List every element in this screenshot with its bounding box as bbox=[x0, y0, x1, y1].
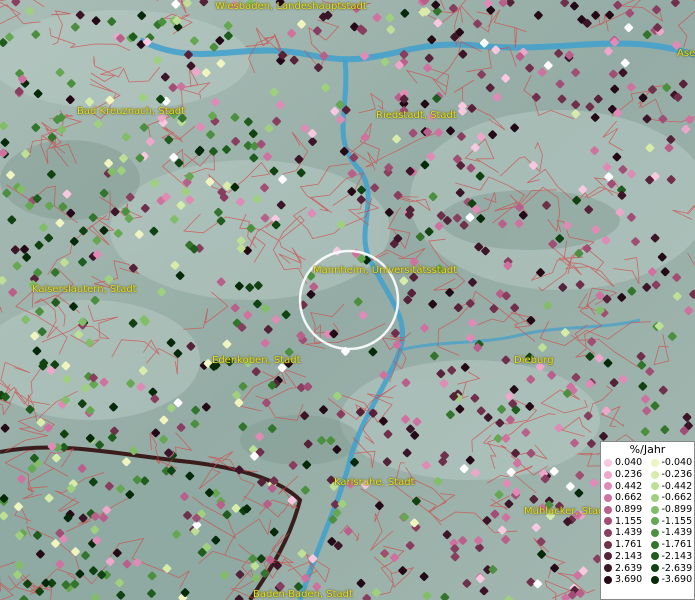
legend-value: 0.442 bbox=[615, 480, 643, 492]
legend-swatch bbox=[604, 552, 612, 561]
label-kaiserslautern: Kaiserslautern, Stadt bbox=[32, 284, 137, 295]
legend-value: -1.439 bbox=[661, 527, 693, 539]
legend-entry: 3.690 bbox=[601, 574, 648, 585]
label-karlsruhe: Karlsruhe, Stadt bbox=[334, 477, 415, 488]
legend-entry: -2.639 bbox=[648, 563, 695, 574]
legend-entry: 0.899 bbox=[601, 504, 648, 515]
legend-row: 1.155 -1.155 bbox=[601, 515, 694, 527]
legend-entry: -0.040 bbox=[648, 457, 695, 468]
legend-entry: -3.690 bbox=[648, 574, 695, 585]
legend-swatch bbox=[604, 564, 612, 573]
legend-entry: -2.143 bbox=[648, 551, 695, 562]
legend-value: 1.761 bbox=[615, 539, 643, 551]
legend-swatch bbox=[650, 564, 659, 573]
label-muehlacker: Mühlacker, Stad bbox=[524, 506, 605, 517]
legend-value: 2.639 bbox=[615, 562, 643, 574]
legend-entry: -1.761 bbox=[648, 539, 695, 550]
legend-swatch bbox=[650, 552, 659, 561]
legend-swatch bbox=[604, 505, 612, 514]
legend-row: 0.040 -0.040 bbox=[601, 457, 694, 469]
legend-row: 0.662 -0.662 bbox=[601, 492, 694, 504]
legend-value: -0.662 bbox=[661, 492, 693, 504]
legend-entry: 1.761 bbox=[601, 539, 648, 550]
label-mannheim: Mannheim, Universitätsstadt bbox=[313, 265, 458, 276]
legend-entry: 1.155 bbox=[601, 516, 648, 527]
legend-swatch bbox=[650, 505, 659, 514]
legend-swatch bbox=[604, 493, 612, 502]
legend-entry: -0.899 bbox=[648, 504, 695, 515]
legend-value: -3.690 bbox=[661, 574, 693, 586]
label-dieburg: Dieburg bbox=[514, 355, 554, 366]
legend-swatch bbox=[604, 482, 612, 491]
legend-entry: 0.236 bbox=[601, 469, 648, 480]
legend-swatch bbox=[604, 458, 612, 467]
legend-entry: -0.442 bbox=[648, 481, 695, 492]
legend-row: 1.439 -1.439 bbox=[601, 527, 694, 539]
legend-value: 0.040 bbox=[615, 457, 643, 469]
legend-value: 1.155 bbox=[615, 515, 643, 527]
label-baden-baden: Baden-Baden, Stadt bbox=[253, 589, 353, 600]
legend-entry: -0.236 bbox=[648, 469, 695, 480]
legend-value: -0.040 bbox=[661, 457, 693, 469]
legend-swatch bbox=[650, 540, 659, 549]
legend-swatch bbox=[650, 470, 659, 479]
legend-row: 0.899 -0.899 bbox=[601, 504, 694, 516]
legend-swatch bbox=[650, 575, 659, 584]
legend-swatch bbox=[650, 482, 659, 491]
legend-entry: 2.639 bbox=[601, 563, 648, 574]
legend-swatch bbox=[604, 540, 612, 549]
legend-value: -0.899 bbox=[661, 504, 693, 516]
legend-value: 3.690 bbox=[615, 574, 643, 586]
legend: %/Jahr 0.040 -0.040 0.236 -0.236 0.442 -0.442… bbox=[600, 441, 695, 600]
legend-entry: 0.040 bbox=[601, 457, 648, 468]
legend-value: 0.899 bbox=[615, 504, 643, 516]
legend-swatch bbox=[604, 470, 612, 479]
legend-entry: 2.143 bbox=[601, 551, 648, 562]
legend-row: 3.690 -3.690 bbox=[601, 574, 694, 586]
label-bad-kreuznach: Bad Kreuznach, Stadt bbox=[77, 106, 186, 117]
legend-swatch bbox=[650, 493, 659, 502]
label-ase: Ase bbox=[677, 48, 695, 59]
legend-entry: -1.439 bbox=[648, 527, 695, 538]
legend-rows: 0.040 -0.040 0.236 -0.236 0.442 -0.442 0.662 -0… bbox=[601, 457, 694, 586]
legend-row: 2.639 -2.639 bbox=[601, 562, 694, 574]
legend-value: 0.236 bbox=[615, 469, 643, 481]
legend-value: -1.761 bbox=[661, 539, 693, 551]
legend-value: 1.439 bbox=[615, 527, 643, 539]
legend-row: 1.761 -1.761 bbox=[601, 539, 694, 551]
label-edenkoben: Edenkoben, Stadt bbox=[212, 355, 301, 366]
legend-value: 0.662 bbox=[615, 492, 643, 504]
legend-value: -1.155 bbox=[661, 515, 693, 527]
legend-entry: 0.662 bbox=[601, 492, 648, 503]
map-view[interactable]: Wiesbaden, Landeshauptstadt Ase Bad Kreu… bbox=[0, 0, 695, 600]
legend-row: 0.442 -0.442 bbox=[601, 480, 694, 492]
label-wiesbaden: Wiesbaden, Landeshauptstadt bbox=[215, 1, 367, 12]
legend-value: 2.143 bbox=[615, 550, 643, 562]
legend-swatch bbox=[650, 517, 659, 526]
legend-value: -0.442 bbox=[661, 480, 693, 492]
legend-swatch bbox=[650, 458, 659, 467]
legend-entry: -1.155 bbox=[648, 516, 695, 527]
legend-swatch bbox=[650, 528, 659, 537]
legend-row: 2.143 -2.143 bbox=[601, 551, 694, 563]
legend-entry: 0.442 bbox=[601, 481, 648, 492]
legend-swatch bbox=[604, 528, 612, 537]
legend-row: 0.236 -0.236 bbox=[601, 469, 694, 481]
legend-entry: -0.662 bbox=[648, 492, 695, 503]
label-riedstadt: Riedstadt, Stadt bbox=[376, 110, 457, 121]
legend-value: -2.143 bbox=[661, 550, 693, 562]
legend-value: -0.236 bbox=[661, 469, 693, 481]
legend-value: -2.639 bbox=[661, 562, 693, 574]
legend-swatch bbox=[604, 517, 612, 526]
legend-swatch bbox=[604, 575, 612, 584]
legend-title: %/Jahr bbox=[629, 443, 666, 456]
legend-entry: 1.439 bbox=[601, 527, 648, 538]
